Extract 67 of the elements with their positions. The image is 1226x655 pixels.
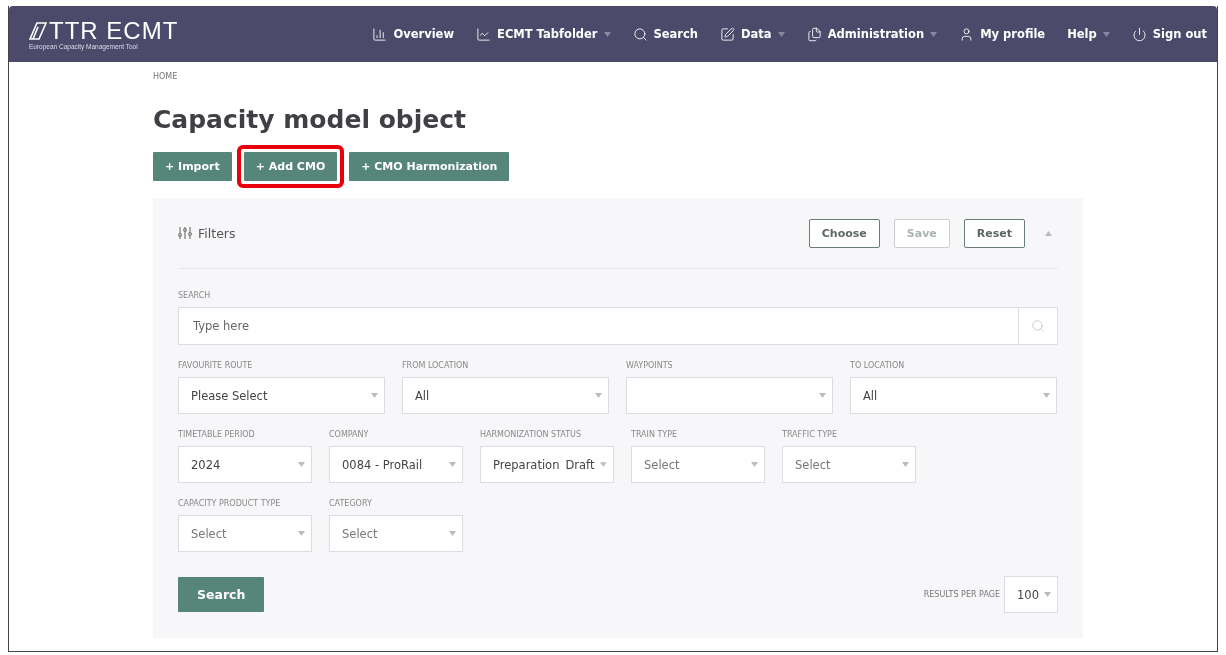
select-field[interactable]: Please Select	[178, 377, 385, 414]
field-label: TO LOCATION	[850, 361, 906, 370]
search-button[interactable]: Search	[178, 577, 265, 612]
nav-link[interactable]: Help	[1067, 27, 1110, 41]
caret-icon	[751, 462, 758, 467]
field-label: TIMETABLE PERIOD	[178, 430, 256, 439]
action-button[interactable]: + CMO Harmonization	[349, 152, 510, 181]
field-label: FROM LOCATION	[402, 361, 470, 370]
nav-link[interactable]: Search	[632, 26, 699, 42]
caret-icon	[1044, 592, 1051, 597]
caret-icon	[371, 393, 378, 398]
caret-icon	[595, 393, 602, 398]
caret-icon	[449, 462, 456, 467]
filter-button[interactable]: Choose	[808, 218, 880, 248]
logo-title: TTR ECMT	[49, 18, 179, 43]
caret-icon	[902, 462, 909, 467]
select-field[interactable]: Select	[782, 446, 916, 483]
caret-icon	[1045, 230, 1052, 236]
select-field[interactable]	[626, 377, 833, 414]
select-field[interactable]: Select	[178, 515, 312, 552]
nav-icon	[632, 26, 648, 42]
caret-icon	[1043, 393, 1050, 398]
field-label: WAYPOINTS	[626, 361, 674, 370]
select-field[interactable]: 0084 - ProRail	[329, 446, 463, 483]
action-button[interactable]: + Add CMO	[243, 152, 338, 181]
search-field[interactable]: Type here	[178, 307, 1018, 345]
field-label: COMPANY	[329, 430, 370, 439]
action-button[interactable]: + Import	[153, 152, 232, 181]
select-field[interactable]: All	[402, 377, 609, 414]
caret-icon	[298, 462, 305, 467]
caret-icon	[298, 531, 305, 536]
logo-icon	[29, 21, 47, 40]
nav-link[interactable]: My profile	[959, 26, 1046, 42]
field-label: TRAIN TYPE	[631, 430, 679, 439]
nav-icon	[1131, 26, 1147, 42]
select-field[interactable]: 2024	[178, 446, 312, 483]
nav-link[interactable]: Data	[720, 26, 785, 42]
page-title: Capacity model object	[153, 105, 468, 134]
field-label: SEARCH	[178, 291, 212, 300]
nav-icon	[476, 26, 492, 42]
sliders-icon	[178, 226, 192, 240]
nav-link[interactable]: Overview	[372, 26, 455, 42]
nav-icon	[720, 26, 736, 42]
field-label: FAVOURITE ROUTE	[178, 361, 254, 370]
field-label: HARMONIZATION STATUS	[480, 430, 582, 439]
nav-link[interactable]: Administration	[806, 26, 938, 42]
caret-icon	[449, 531, 456, 536]
caret-icon	[600, 462, 607, 467]
caret-icon	[819, 393, 826, 398]
nav-icon	[372, 26, 388, 42]
field-label: TRAFFIC TYPE	[782, 430, 838, 439]
nav-icon	[806, 26, 822, 42]
filters-title: Filters	[198, 225, 236, 241]
results-per-page-label: RESULTS PER PAGE	[923, 590, 1000, 599]
select-field[interactable]: Select	[329, 515, 463, 552]
nav-link[interactable]: ECMT Tabfolder	[476, 26, 611, 42]
select-field[interactable]: Select	[631, 446, 765, 483]
field-label: CAPACITY PRODUCT TYPE	[178, 499, 282, 508]
nav-icon	[959, 26, 975, 42]
nav-link[interactable]: Sign out	[1131, 26, 1207, 42]
results-per-page-select[interactable]: 100	[1004, 576, 1058, 613]
breadcrumb[interactable]: HOME	[153, 72, 1217, 81]
select-field[interactable]: All	[850, 377, 1057, 414]
filter-button[interactable]: Reset	[963, 218, 1025, 248]
field-label: CATEGORY	[329, 499, 373, 508]
select-field[interactable]: Preparation Draft	[480, 446, 614, 483]
search-icon[interactable]	[1018, 307, 1058, 345]
